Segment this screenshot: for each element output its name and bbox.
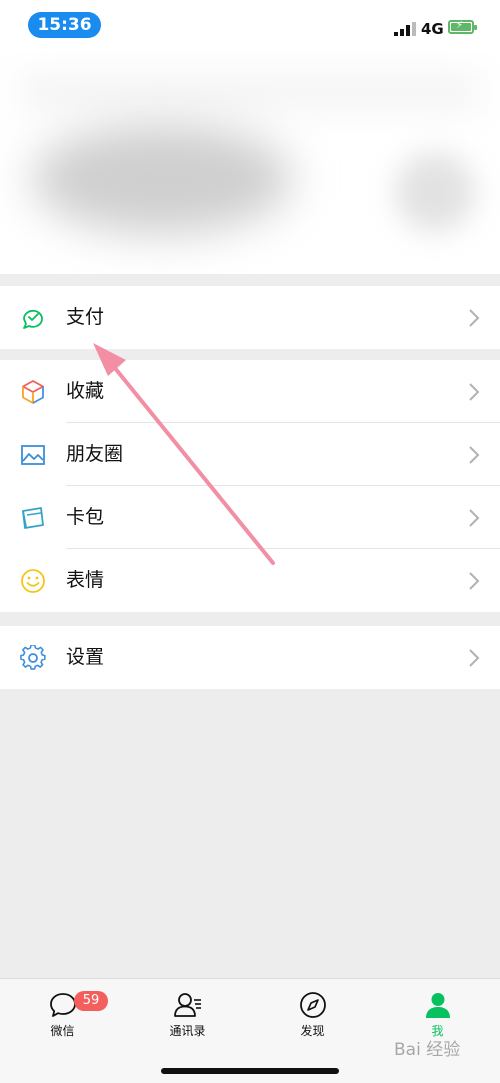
card-icon [22,507,44,529]
person-icon [425,993,450,1018]
chevron-right-icon [469,446,480,464]
gear-icon [20,645,46,670]
picture-icon [21,445,45,465]
menu-item-stickers[interactable]: 表情 [0,549,500,612]
chevron-right-icon [469,309,480,327]
profile-info-blurred [32,124,292,234]
profile-header[interactable] [0,52,500,274]
wallet-icon [23,309,43,329]
home-indicator [161,1068,339,1074]
menu-item-label: 朋友圈 [66,443,124,465]
chat-bubble-icon [49,993,76,1017]
collection-group: 收藏 朋友圈 卡包 表情 [0,360,500,612]
menu-item-label: 设置 [66,646,105,668]
signal-icon [394,22,416,36]
menu-item-moments[interactable]: 朋友圈 [0,423,500,486]
menu-item-pay[interactable]: 支付 [0,286,500,349]
menu-item-label: 收藏 [66,380,105,402]
tab-discover[interactable]: 发现 [250,987,375,1042]
menu-item-cards[interactable]: 卡包 [0,486,500,549]
status-bar: 15:36 4G ⚡ [0,0,500,52]
chevron-right-icon [469,649,480,667]
menu-item-label: 卡包 [66,506,105,528]
settings-group: 设置 [0,626,500,689]
qr-code-blurred [395,152,475,232]
compass-icon [299,992,326,1018]
tab-chats[interactable]: 微信 59 [0,987,125,1042]
tab-label: 发现 [300,1024,325,1038]
tab-label: 通讯录 [169,1024,206,1038]
unread-badge: 59 [74,991,108,1011]
menu-item-label: 表情 [66,569,105,591]
network-type: 4G [421,20,444,38]
battery-icon: ⚡ [448,20,477,34]
smiley-icon [21,569,45,593]
contacts-icon [173,993,201,1017]
tab-me[interactable]: 我 [375,987,500,1042]
pay-group: 支付 [0,286,500,349]
chevron-right-icon [469,509,480,527]
menu-item-favorites[interactable]: 收藏 [0,360,500,423]
menu-item-settings[interactable]: 设置 [0,626,500,689]
watermark: Bai 经验 [394,1040,461,1060]
tab-contacts[interactable]: 通讯录 [125,987,250,1042]
cube-icon [22,380,44,404]
status-time: 15:36 [28,12,101,38]
menu-item-label: 支付 [66,306,105,328]
chevron-right-icon [469,572,480,590]
tab-label: 微信 [50,1024,75,1038]
chevron-right-icon [469,383,480,401]
